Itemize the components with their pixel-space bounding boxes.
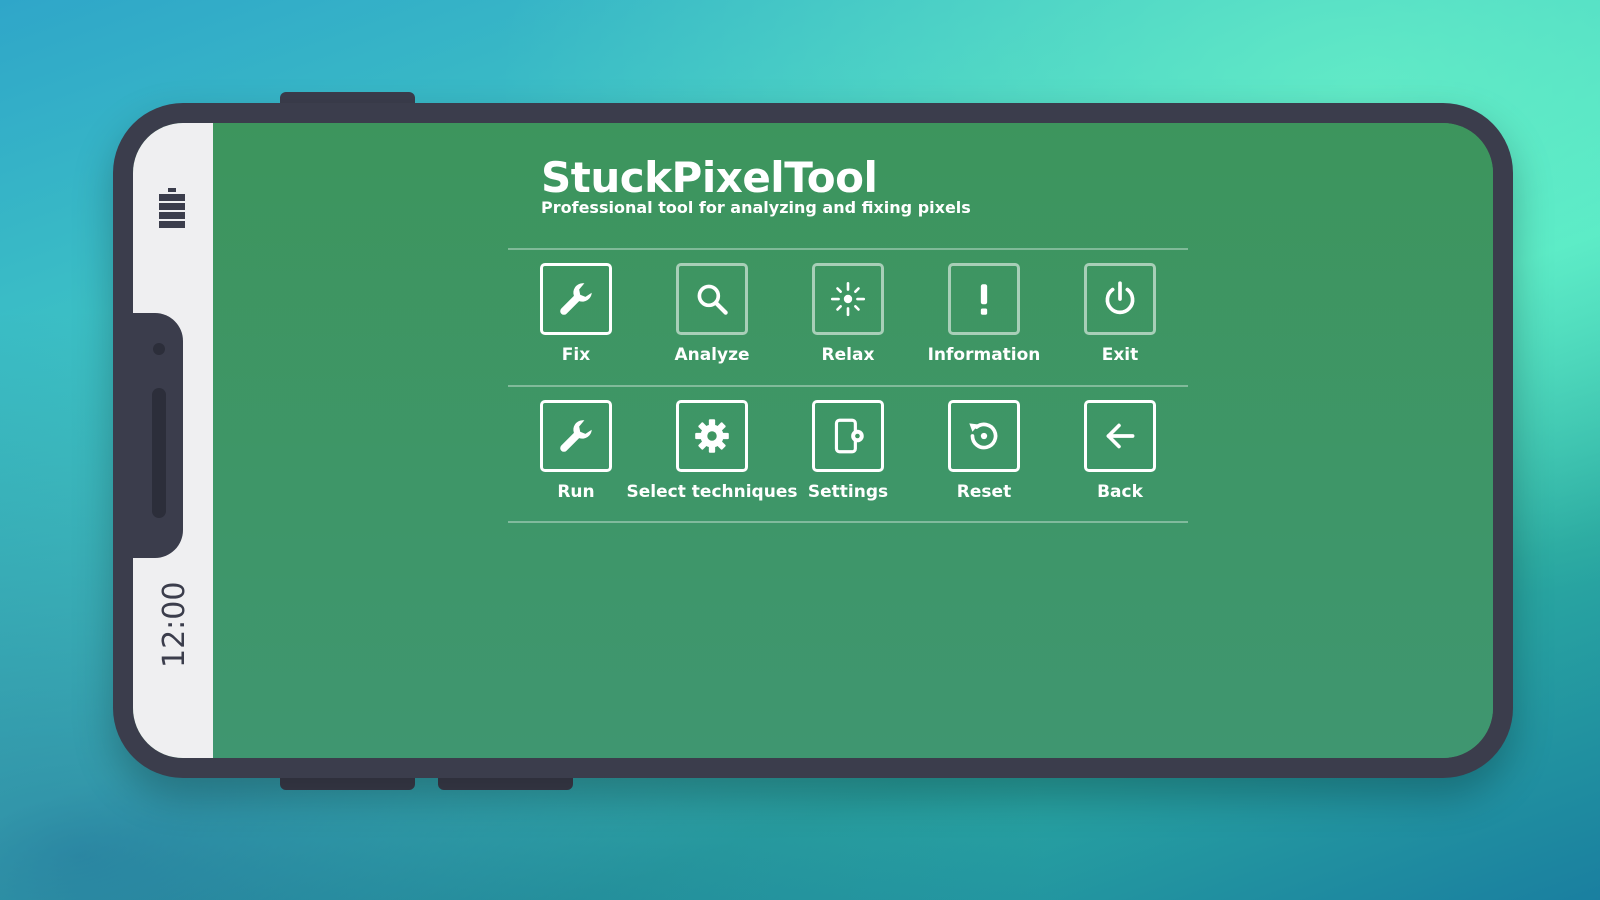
wrench-icon	[540, 400, 612, 472]
speaker-slot	[152, 388, 166, 518]
power-icon	[1084, 263, 1156, 335]
back-button[interactable]: Back	[1052, 388, 1188, 508]
fix-label: Fix	[561, 345, 591, 365]
reset-icon	[948, 400, 1020, 472]
settings-label: Settings	[807, 482, 889, 502]
app-title: StuckPixelTool	[541, 153, 878, 202]
select-techniques-label: Select techniques	[626, 482, 798, 502]
reset-button[interactable]: Reset	[916, 388, 1052, 508]
menu-row-2: Run Select techniques Settings Reset Bac…	[508, 388, 1188, 502]
exit-button[interactable]: Exit	[1052, 251, 1188, 371]
run-button[interactable]: Run	[508, 388, 644, 508]
status-time: 12:00	[157, 581, 192, 668]
camera-dot	[153, 343, 165, 355]
information-label: Information	[927, 345, 1041, 365]
analyze-button[interactable]: Analyze	[644, 251, 780, 371]
exclamation-icon	[948, 263, 1020, 335]
settings-button[interactable]: Settings	[780, 388, 916, 508]
relax-label: Relax	[821, 345, 875, 365]
run-label: Run	[557, 482, 595, 502]
divider	[508, 385, 1188, 387]
app-main: StuckPixelTool Professional tool for ana…	[213, 123, 1493, 758]
phone-screen: 12:00 StuckPixelTool Professional tool f…	[133, 123, 1493, 758]
gear-icon	[676, 400, 748, 472]
arrow-left-icon	[1084, 400, 1156, 472]
wrench-icon	[540, 263, 612, 335]
app-subtitle: Professional tool for analyzing and fixi…	[541, 198, 971, 217]
back-label: Back	[1097, 482, 1143, 502]
divider	[508, 248, 1188, 250]
phone-frame: 12:00 StuckPixelTool Professional tool f…	[113, 103, 1513, 778]
magnifier-icon	[676, 263, 748, 335]
reset-label: Reset	[956, 482, 1012, 502]
divider	[508, 521, 1188, 523]
device-settings-icon	[812, 400, 884, 472]
exit-label: Exit	[1101, 345, 1139, 365]
information-button[interactable]: Information	[916, 251, 1052, 371]
phone-notch	[133, 313, 183, 558]
status-bar: 12:00	[133, 123, 213, 758]
battery-icon	[159, 188, 185, 232]
analyze-label: Analyze	[674, 345, 750, 365]
fix-button[interactable]: Fix	[508, 251, 644, 371]
select-techniques-button[interactable]: Select techniques	[627, 388, 797, 508]
menu-row-1: Fix Analyze Relax Information Exit	[508, 251, 1188, 365]
relax-button[interactable]: Relax	[780, 251, 916, 371]
sparkle-icon	[812, 263, 884, 335]
